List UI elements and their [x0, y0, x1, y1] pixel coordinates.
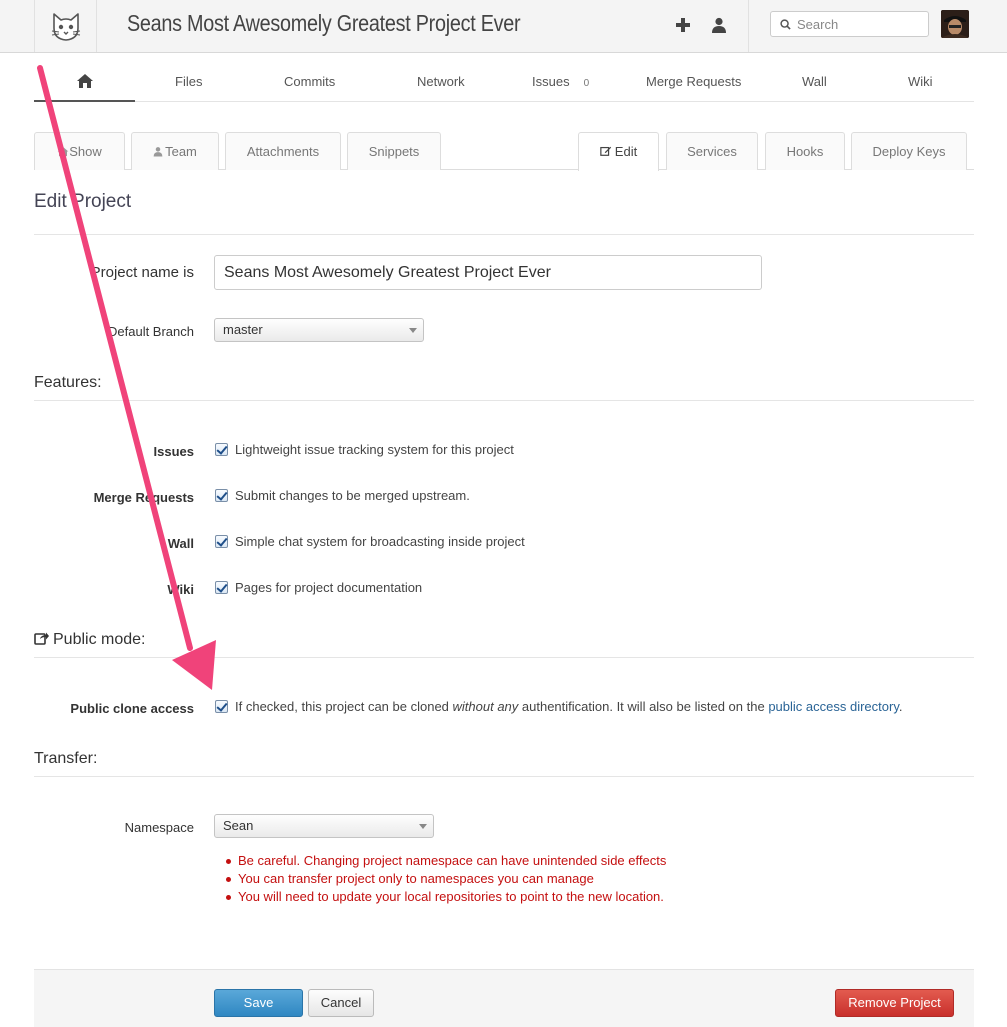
- issues-feature-row: Lightweight issue tracking system for th…: [215, 442, 514, 457]
- issues-feature-description: Lightweight issue tracking system for th…: [235, 442, 514, 457]
- wiki-feature-description: Pages for project documentation: [235, 580, 423, 595]
- description-text: authentification. It will also be listed…: [518, 699, 769, 714]
- avatar-image-icon: [941, 10, 969, 38]
- remove-project-button[interactable]: Remove Project: [835, 989, 954, 1017]
- plus-icon[interactable]: [671, 13, 695, 37]
- public-mode-heading: Public mode:: [34, 631, 146, 649]
- nav-files[interactable]: Files: [175, 62, 202, 102]
- tab-edit[interactable]: Edit: [578, 132, 659, 171]
- wall-checkbox[interactable]: [215, 535, 228, 548]
- namespace-label: Namespace: [124, 820, 194, 835]
- merge-requests-feature-label: Merge Requests: [93, 490, 194, 505]
- public-clone-access-checkbox[interactable]: [215, 700, 228, 713]
- public-access-directory-link[interactable]: public access directory: [768, 699, 899, 714]
- transfer-heading: Transfer:: [34, 750, 98, 767]
- tab-hooks[interactable]: Hooks: [765, 132, 845, 170]
- form-actions: Save Cancel Remove Project: [34, 969, 974, 1027]
- issues-count-badge: 0: [583, 78, 590, 89]
- cancel-button[interactable]: Cancel: [308, 989, 374, 1017]
- wall-feature-row: Simple chat system for broadcasting insi…: [215, 534, 525, 549]
- issues-feature-label: Issues: [153, 444, 194, 459]
- tab-show[interactable]: Show: [34, 132, 125, 170]
- page-title: Edit Project: [34, 191, 132, 212]
- public-mode-title: Public mode:: [53, 631, 146, 648]
- gitlab-logo[interactable]: [34, 0, 97, 52]
- search-icon: [780, 18, 791, 30]
- share-icon: [34, 632, 49, 645]
- description-text: If checked, this project can be cloned: [235, 699, 453, 714]
- tab-snippets[interactable]: Snippets: [347, 132, 441, 170]
- warning-item: You can transfer project only to namespa…: [225, 870, 666, 888]
- nav-merge-requests[interactable]: Merge Requests: [646, 62, 741, 102]
- public-clone-access-label: Public clone access: [70, 701, 194, 716]
- features-heading: Features:: [34, 374, 102, 391]
- default-branch-select[interactable]: master: [214, 318, 424, 342]
- description-text: .: [898, 699, 903, 714]
- home-icon: [76, 74, 93, 88]
- public-clone-access-description: If checked, this project can be cloned w…: [235, 699, 903, 714]
- namespace-value: Sean: [223, 818, 254, 833]
- namespace-select[interactable]: Sean: [214, 814, 434, 838]
- merge-requests-checkbox[interactable]: [215, 489, 228, 502]
- cat-logo-icon: [51, 13, 80, 41]
- issues-checkbox[interactable]: [215, 443, 228, 456]
- chevron-down-icon: [419, 824, 427, 829]
- search-field[interactable]: [770, 11, 929, 37]
- public-clone-access-row: If checked, this project can be cloned w…: [215, 699, 903, 714]
- project-name-label: Project name is: [90, 264, 194, 281]
- nav-issues[interactable]: Issues 0: [532, 62, 589, 102]
- project-name-input[interactable]: [214, 255, 762, 290]
- nav-network[interactable]: Network: [417, 62, 465, 102]
- project-main-nav: Files Commits Network Issues 0 Merge Requ…: [34, 62, 974, 102]
- wiki-feature-row: Pages for project documentation: [215, 580, 422, 595]
- project-tabs: Show Team Attachments Snippets Edit Serv…: [34, 132, 974, 171]
- description-emphasis: without any: [452, 699, 519, 714]
- transfer-warnings: Be careful. Changing project namespace c…: [225, 852, 666, 906]
- divider: [34, 776, 974, 777]
- tab-edit-label: Edit: [614, 144, 638, 159]
- tab-attachments[interactable]: Attachments: [225, 132, 341, 170]
- warning-item: You will need to update your local repos…: [225, 888, 666, 906]
- nav-wiki[interactable]: Wiki: [908, 62, 933, 102]
- divider: [34, 234, 974, 235]
- home-icon: [57, 146, 69, 157]
- tab-show-label: Show: [69, 144, 102, 159]
- save-button[interactable]: Save: [214, 989, 303, 1017]
- nav-issues-label: Issues: [532, 74, 570, 89]
- user-icon: [153, 147, 163, 157]
- project-title[interactable]: Seans Most Awesomely Greatest Project Ev…: [127, 10, 521, 37]
- tab-team-label: Team: [165, 144, 197, 159]
- wiki-feature-label: Wiki: [167, 582, 194, 597]
- top-header: Seans Most Awesomely Greatest Project Ev…: [0, 0, 1007, 53]
- tab-deploy-keys[interactable]: Deploy Keys: [851, 132, 967, 170]
- merge-requests-feature-description: Submit changes to be merged upstream.: [235, 488, 470, 503]
- wall-feature-label: Wall: [167, 536, 194, 551]
- tab-team[interactable]: Team: [131, 132, 219, 170]
- user-icon[interactable]: [707, 13, 731, 37]
- header-divider: [748, 0, 749, 52]
- wall-feature-description: Simple chat system for broadcasting insi…: [235, 534, 525, 549]
- edit-icon: [600, 146, 611, 156]
- nav-commits[interactable]: Commits: [284, 62, 335, 102]
- tab-services[interactable]: Services: [666, 132, 758, 170]
- default-branch-label: Default Branch: [108, 324, 194, 339]
- warning-item: Be careful. Changing project namespace c…: [225, 852, 666, 870]
- search-input[interactable]: [795, 15, 915, 33]
- nav-wall[interactable]: Wall: [802, 62, 827, 102]
- wiki-checkbox[interactable]: [215, 581, 228, 594]
- avatar[interactable]: [941, 10, 969, 38]
- chevron-down-icon: [409, 328, 417, 333]
- default-branch-value: master: [223, 322, 263, 337]
- nav-home[interactable]: [34, 62, 135, 102]
- divider: [34, 657, 974, 658]
- divider: [34, 400, 974, 401]
- merge-requests-feature-row: Submit changes to be merged upstream.: [215, 488, 470, 503]
